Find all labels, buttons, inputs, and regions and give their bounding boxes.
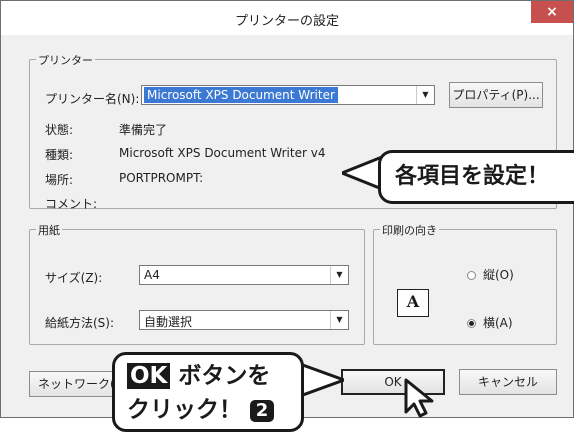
ok-callout-line1: OK ボタンを: [127, 361, 301, 391]
type-value: Microsoft XPS Document Writer v4: [119, 146, 326, 160]
settings-callout: 各項目を設定！: [378, 150, 574, 204]
landscape-label[interactable]: 横(A): [483, 314, 513, 331]
printer-name-label: プリンター名(N):: [45, 92, 140, 106]
title-bar: プリンターの設定 ×: [1, 1, 573, 35]
paper-source-select[interactable]: 自動選択 ▼: [139, 310, 349, 330]
properties-button[interactable]: プロパティ(P)...: [449, 82, 543, 108]
landscape-radio[interactable]: [467, 319, 476, 328]
dialog-title: プリンターの設定: [234, 14, 339, 29]
cancel-button[interactable]: キャンセル: [459, 369, 557, 395]
close-button[interactable]: ×: [531, 1, 573, 23]
status-value: 準備完了: [119, 123, 168, 137]
ok-callout-line2: クリック！ 2: [127, 395, 301, 425]
orientation-landscape-icon: A: [397, 289, 429, 317]
chevron-down-icon[interactable]: ▼: [330, 266, 348, 284]
orientation-group: 印刷の向き: [373, 222, 557, 345]
portrait-radio[interactable]: [467, 271, 476, 280]
settings-callout-text: 各項目を設定！: [395, 164, 550, 189]
ok-callout: OK ボタンを クリック！ 2: [112, 352, 304, 432]
ok-callout-rest: ボタンを: [170, 363, 271, 389]
step-badge: 2: [250, 399, 275, 422]
ok-callout-pointer: [300, 362, 344, 398]
chevron-down-icon[interactable]: ▼: [416, 86, 434, 104]
orientation-group-legend: 印刷の向き: [380, 222, 439, 238]
location-value: PORTPROMPT:: [119, 171, 204, 185]
printer-name-select[interactable]: Microsoft XPS Document Writer ▼: [141, 85, 435, 105]
ok-highlight: OK: [127, 363, 171, 389]
chevron-down-icon[interactable]: ▼: [330, 311, 348, 329]
status-label: 状態:: [45, 123, 74, 137]
printer-group-legend: プリンター: [36, 52, 95, 68]
paper-source-value: 自動選択: [144, 315, 193, 329]
click-text: クリック！: [127, 397, 242, 423]
paper-source-label: 給紙方法(S):: [45, 316, 115, 330]
portrait-label[interactable]: 縦(O): [483, 266, 514, 283]
paper-size-value: A4: [144, 268, 160, 282]
settings-callout-pointer: [342, 155, 382, 191]
paper-size-label: サイズ(Z):: [45, 271, 103, 285]
paper-group-legend: 用紙: [36, 222, 62, 238]
printer-name-value: Microsoft XPS Document Writer: [144, 87, 338, 103]
location-label: 場所:: [45, 173, 74, 187]
paper-size-select[interactable]: A4 ▼: [139, 265, 349, 285]
type-label: 種類:: [45, 148, 74, 162]
comment-label: コメント:: [45, 197, 98, 211]
mouse-cursor-icon: [404, 378, 434, 418]
